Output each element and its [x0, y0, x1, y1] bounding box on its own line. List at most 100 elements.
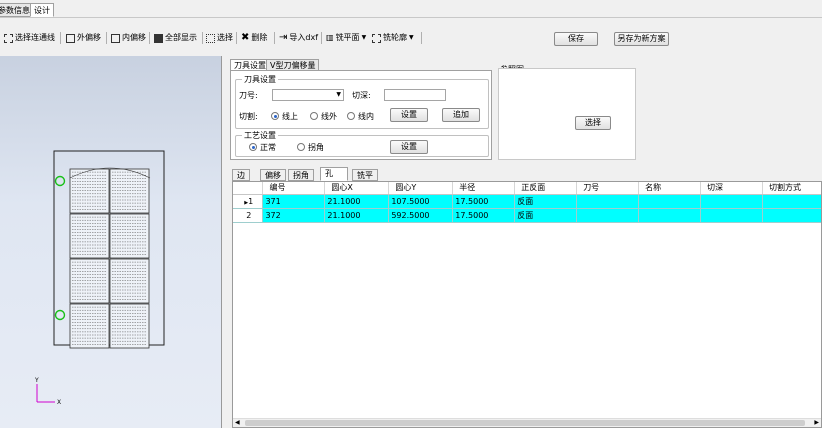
- table-cell[interactable]: [700, 208, 763, 223]
- add-button[interactable]: 追加: [442, 108, 480, 122]
- show-all-button[interactable]: 全部显示: [154, 31, 197, 45]
- toolbar-separator: [274, 32, 275, 44]
- radio-corner[interactable]: 拐角: [297, 141, 324, 153]
- inner-offset-button[interactable]: 内偏移: [111, 31, 146, 45]
- process-settings-button[interactable]: 设置: [390, 140, 428, 154]
- horizontal-scrollbar[interactable]: ◀ ▶: [233, 418, 821, 427]
- column-header[interactable]: 编号: [262, 182, 326, 195]
- radio-normal[interactable]: 正常: [249, 141, 276, 153]
- mill-plane-icon: ▥: [326, 33, 334, 42]
- table-cell[interactable]: 107.5000: [388, 194, 454, 209]
- scrollbar-thumb[interactable]: [245, 420, 805, 426]
- save-button[interactable]: 保存: [554, 32, 598, 46]
- radio-dot: [271, 112, 279, 120]
- drawing-canvas-panel[interactable]: Y X: [0, 56, 222, 428]
- scroll-left-icon[interactable]: ◀: [235, 419, 240, 426]
- table-cell[interactable]: [576, 194, 640, 209]
- table-cell[interactable]: [638, 194, 702, 209]
- table-row[interactable]: ▶1 371 21.1000 107.5000 17.5000 反面: [233, 194, 821, 209]
- tab-design[interactable]: 设计: [30, 3, 54, 17]
- table-cell[interactable]: [700, 194, 763, 209]
- radio-on-line[interactable]: 线上: [271, 110, 298, 122]
- cut-label: 切割:: [239, 112, 258, 121]
- tool-settings-button[interactable]: 设置: [390, 108, 428, 122]
- table-cell[interactable]: 反面: [514, 194, 578, 209]
- tab-mill-plane[interactable]: 铣平: [352, 169, 378, 181]
- column-header[interactable]: 切深: [700, 182, 763, 195]
- radio-outside-line[interactable]: 线外: [310, 110, 337, 122]
- tool-no-select[interactable]: ▼: [272, 89, 344, 101]
- row-header[interactable]: 2: [233, 208, 264, 223]
- table-cell[interactable]: [638, 208, 702, 223]
- drawing-canvas[interactable]: Y X: [0, 56, 222, 428]
- table-cell[interactable]: [762, 208, 821, 223]
- tab-edge[interactable]: 边: [232, 169, 250, 181]
- toolbar-separator: [149, 32, 150, 44]
- table-cell[interactable]: 372: [262, 208, 326, 223]
- toolbar-separator: [106, 32, 107, 44]
- row-header-corner: [233, 182, 264, 195]
- tool-settings-group-label: 刀具设置: [242, 74, 278, 85]
- mill-plane-dropdown[interactable]: ▥ 铣平面 ▼: [326, 31, 366, 45]
- tab-parameter-info[interactable]: 参数信息: [0, 3, 34, 17]
- chevron-down-icon: ▼: [361, 34, 367, 41]
- table-row[interactable]: 2 372 21.1000 592.5000 17.5000 反面: [233, 208, 821, 223]
- radio-dot: [249, 143, 257, 151]
- x-axis-label: X: [57, 399, 61, 406]
- column-header[interactable]: 正反面: [514, 182, 578, 195]
- cut-depth-label: 切深:: [352, 91, 371, 100]
- radio-dot: [297, 143, 305, 151]
- table-cell[interactable]: 21.1000: [324, 194, 390, 209]
- table-cell[interactable]: 21.1000: [324, 208, 390, 223]
- mill-contour-dropdown[interactable]: 铣轮廓 ▼: [372, 31, 414, 45]
- reference-select-button[interactable]: 选择: [575, 116, 611, 130]
- delete-button[interactable]: ✖ 删除: [241, 31, 267, 45]
- row-header[interactable]: ▶1: [233, 194, 264, 209]
- scroll-right-icon[interactable]: ▶: [814, 419, 819, 426]
- property-panel: 刀具设置 V型刀偏移量 刀具设置 刀号: ▼ 切深: 切割: 线上 线外 线内 …: [226, 56, 822, 428]
- table-cell[interactable]: 17.5000: [452, 208, 516, 223]
- column-header[interactable]: 圆心Y: [388, 182, 454, 195]
- table-cell[interactable]: [762, 194, 821, 209]
- top-tab-strip: 参数信息 设计: [0, 0, 822, 18]
- holes-table: 编号 圆心X 圆心Y 半径 正反面 刀号 名称 切深 切割方式 ▶1 371 2…: [233, 182, 821, 223]
- tab-corner[interactable]: 拐角: [288, 169, 314, 181]
- tab-offset[interactable]: 偏移: [260, 169, 286, 181]
- tab-hole[interactable]: 孔: [320, 167, 348, 181]
- column-header[interactable]: 名称: [638, 182, 702, 195]
- mill-contour-icon: [372, 33, 381, 43]
- chevron-down-icon: ▼: [409, 34, 414, 41]
- select-connected-icon: [4, 33, 13, 43]
- y-axis-label: Y: [34, 377, 39, 384]
- column-header[interactable]: 圆心X: [324, 182, 390, 195]
- radio-dot: [347, 112, 355, 120]
- hole-marker-372: [54, 309, 66, 321]
- table-cell[interactable]: 17.5000: [452, 194, 516, 209]
- column-header[interactable]: 半径: [452, 182, 516, 195]
- select-button[interactable]: 选择: [206, 31, 233, 45]
- table-cell[interactable]: 反面: [514, 208, 578, 223]
- toolbar-separator: [421, 32, 422, 44]
- radio-dot: [310, 112, 318, 120]
- table-cell[interactable]: 371: [262, 194, 326, 209]
- select-connected-button[interactable]: 选择连通线: [4, 31, 55, 45]
- table-cell[interactable]: 592.5000: [388, 208, 454, 223]
- process-settings-group-label: 工艺设置: [242, 130, 278, 141]
- save-as-new-button[interactable]: 另存为新方案: [614, 32, 669, 46]
- toolbar-separator: [60, 32, 61, 44]
- outer-offset-button[interactable]: 外偏移: [66, 31, 101, 45]
- column-header[interactable]: 刀号: [576, 182, 640, 195]
- inner-offset-icon: [111, 33, 120, 43]
- tool-settings-panel: 刀具设置 刀号: ▼ 切深: 切割: 线上 线外 线内 设置 追加 工艺设置 正…: [230, 70, 492, 160]
- toolbar-separator: [202, 32, 203, 44]
- select-box-icon: [206, 33, 215, 43]
- column-header[interactable]: 切割方式: [762, 182, 821, 195]
- reference-image-box: 选择: [498, 68, 636, 160]
- radio-inside-line[interactable]: 线内: [347, 110, 374, 122]
- cut-depth-input[interactable]: [384, 89, 446, 101]
- process-settings-group: 工艺设置 正常 拐角 设置: [235, 130, 489, 157]
- toolbar-separator: [321, 32, 322, 44]
- import-dxf-button[interactable]: ⇥ 导入dxf: [279, 31, 318, 45]
- grid-tab-strip: 边 偏移 拐角 孔 铣平: [232, 167, 822, 181]
- table-cell[interactable]: [576, 208, 640, 223]
